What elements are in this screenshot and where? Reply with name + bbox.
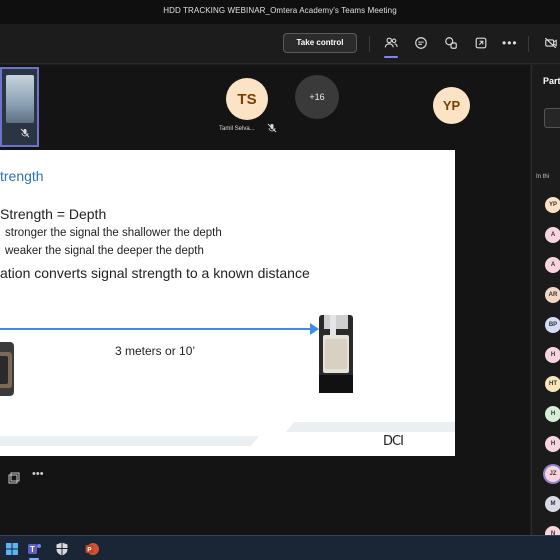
- react-icon: [445, 37, 457, 49]
- react-button[interactable]: [442, 34, 460, 52]
- toolbar-divider: [528, 36, 529, 52]
- slide-more-icon[interactable]: •••: [32, 468, 44, 480]
- defender-taskbar-button[interactable]: [52, 539, 72, 559]
- panel-avatar[interactable]: H: [545, 436, 560, 452]
- svg-text:T: T: [30, 545, 35, 554]
- panel-avatar[interactable]: JZ: [545, 466, 560, 482]
- camera-off-icon: [544, 37, 557, 49]
- panel-avatar[interactable]: N: [545, 526, 560, 535]
- people-icon: [384, 37, 398, 48]
- start-button[interactable]: [2, 539, 22, 559]
- mic-off-icon: [267, 123, 277, 133]
- panel-avatar[interactable]: BP: [545, 317, 560, 333]
- panel-avatar[interactable]: H: [545, 347, 560, 363]
- defender-icon: [56, 542, 68, 556]
- windows-start-icon: [6, 543, 18, 555]
- slide-line: ation converts signal strength to a know…: [0, 265, 310, 281]
- receiver-image: [319, 315, 353, 393]
- share-tray-icon: [475, 37, 487, 49]
- svg-text:P: P: [87, 547, 92, 554]
- slide-line: weaker the signal the deeper the depth: [5, 245, 204, 257]
- panel-search-box[interactable]: [544, 108, 560, 128]
- take-control-button[interactable]: Take control: [283, 33, 357, 53]
- panel-title: Part: [543, 76, 560, 86]
- transmitter-image: [0, 342, 14, 396]
- windows-taskbar: T P: [0, 535, 560, 560]
- shared-slide: trength Strength = Depth stronger the si…: [0, 150, 455, 456]
- panel-avatar[interactable]: YP: [545, 197, 560, 213]
- window-title: HDD TRACKING WEBINAR_Omtera Academy's Te…: [163, 6, 397, 15]
- slide-heading: trength: [0, 168, 44, 184]
- toolbar-divider: [369, 36, 370, 52]
- panel-avatar[interactable]: H: [545, 406, 560, 422]
- participant-name: Tamil Selva...: [219, 126, 255, 132]
- more-participants-avatar[interactable]: +16: [295, 75, 339, 119]
- slide-line: stronger the signal the shallower the de…: [5, 227, 222, 239]
- panel-avatar[interactable]: AR: [545, 287, 560, 303]
- more-icon[interactable]: •••: [502, 36, 518, 50]
- slide-decoration: [285, 422, 455, 432]
- title-bar: HDD TRACKING WEBINAR_Omtera Academy's Te…: [0, 0, 560, 24]
- distance-arrow: [0, 328, 312, 330]
- slide-line: Strength = Depth: [0, 206, 107, 222]
- powerpoint-taskbar-button[interactable]: P: [82, 539, 102, 559]
- chat-button[interactable]: [412, 34, 430, 52]
- teams-taskbar-button[interactable]: T: [24, 539, 44, 560]
- panel-avatar[interactable]: M: [545, 496, 560, 512]
- teams-icon: T: [28, 544, 41, 554]
- panel-avatar[interactable]: HT: [545, 376, 560, 392]
- panel-avatar[interactable]: A: [545, 257, 560, 273]
- participant-avatar-ts[interactable]: TS: [226, 78, 268, 120]
- camera-button[interactable]: [542, 34, 560, 52]
- share-tray-button[interactable]: [472, 34, 490, 52]
- mic-off-icon: [20, 128, 30, 138]
- panel-avatar[interactable]: A: [545, 227, 560, 243]
- distance-label: 3 meters or 10’: [115, 344, 196, 358]
- dci-logo: DCI: [383, 434, 404, 449]
- powerpoint-icon: P: [85, 543, 99, 555]
- participant-avatar-yp[interactable]: YP: [433, 87, 470, 124]
- chat-icon: [415, 37, 427, 49]
- self-video-image: [6, 75, 34, 123]
- people-button[interactable]: [382, 34, 400, 58]
- popout-icon[interactable]: [8, 472, 20, 484]
- meeting-toolbar: Take control •••: [0, 24, 560, 64]
- slide-decoration: [0, 436, 260, 446]
- panel-section-label: In thi: [536, 174, 550, 180]
- participants-panel: Part In thi YP A A AR BP H HT H H JZ M N: [531, 65, 560, 535]
